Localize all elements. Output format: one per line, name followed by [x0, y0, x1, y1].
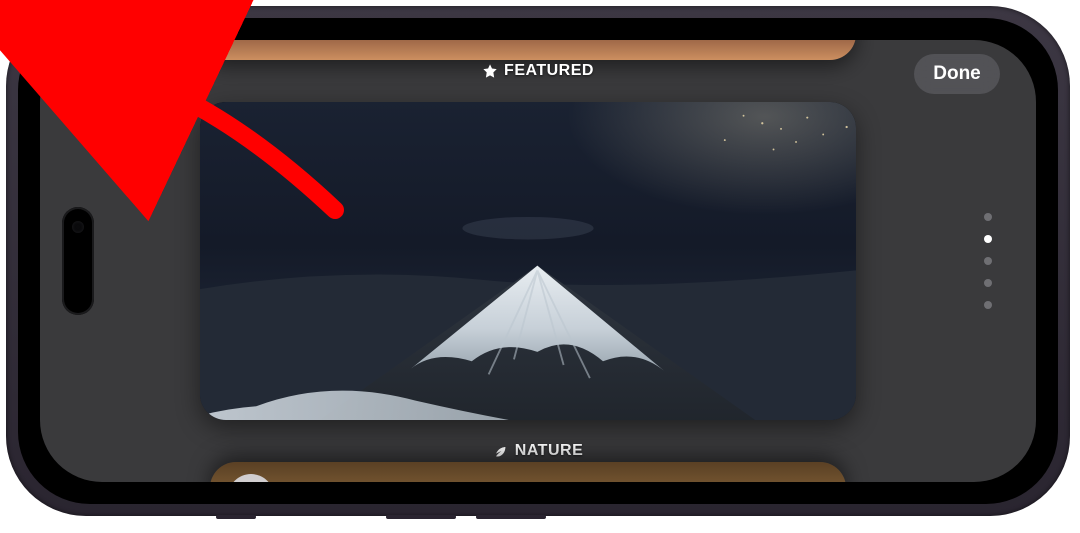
done-button-label: Done: [933, 63, 981, 85]
star-icon: [482, 63, 498, 79]
done-button[interactable]: Done: [914, 54, 1000, 94]
add-button[interactable]: +: [76, 54, 154, 94]
dynamic-island: [62, 207, 94, 315]
page-dot[interactable]: [984, 213, 992, 221]
phone-body: FEATURED + Done: [6, 6, 1070, 516]
wallpaper-card-next[interactable]: [210, 462, 846, 482]
page-dot[interactable]: [984, 279, 992, 287]
wallpaper-card-nature[interactable]: [200, 102, 856, 420]
category-label-text: FEATURED: [504, 62, 594, 80]
page-dot[interactable]: [984, 301, 992, 309]
category-label-featured: FEATURED: [482, 62, 594, 80]
mute-switch: [216, 515, 256, 519]
page-dot[interactable]: [984, 257, 992, 265]
category-label-nature: NATURE: [493, 442, 583, 460]
leaf-icon: [493, 443, 509, 459]
page-indicator[interactable]: [984, 213, 992, 309]
volume-down-button: [476, 515, 546, 519]
screen: FEATURED + Done: [40, 40, 1036, 482]
volume-up-button: [386, 515, 456, 519]
category-label-text: NATURE: [515, 442, 583, 460]
next-card-control-icon: [228, 474, 274, 482]
page-dot[interactable]: [984, 235, 992, 243]
wallpaper-card-featured[interactable]: [200, 40, 856, 60]
wallpaper-image: [200, 102, 856, 420]
phone-bezel: FEATURED + Done: [18, 18, 1058, 504]
plus-icon: +: [106, 57, 124, 91]
